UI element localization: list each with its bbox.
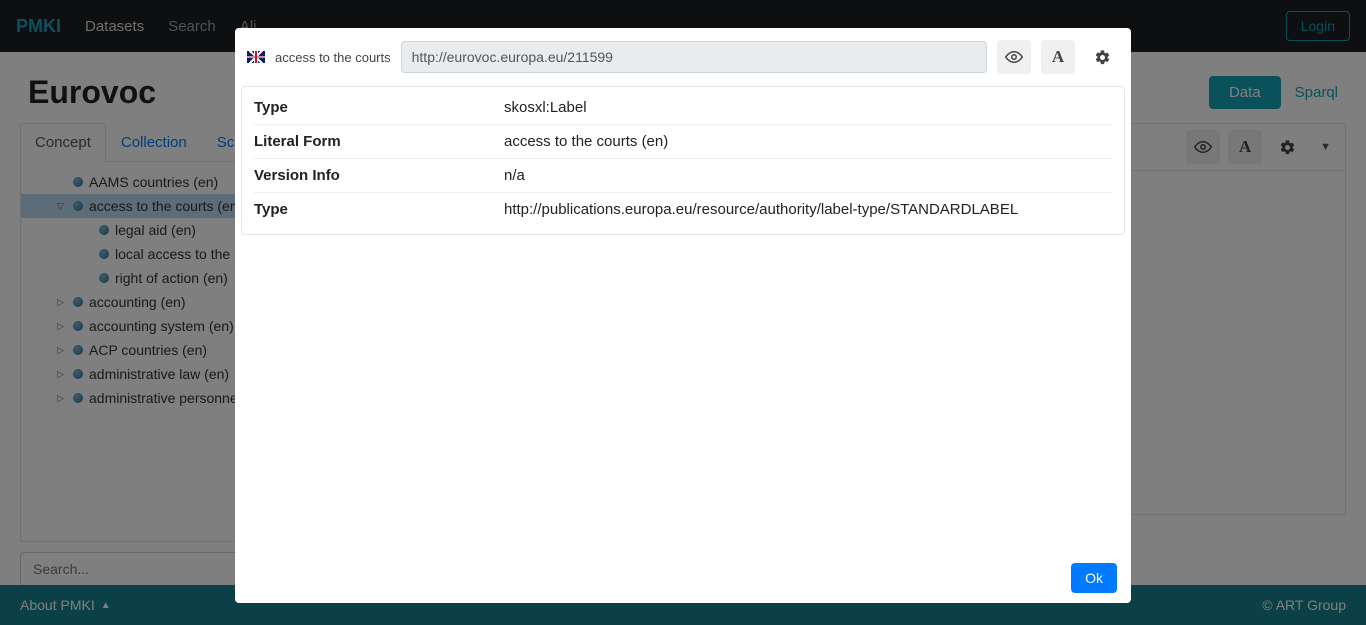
property-key: Literal Form	[254, 133, 504, 150]
property-row: Typeskosxl:Label	[254, 91, 1112, 125]
gear-icon[interactable]	[1085, 40, 1119, 74]
ok-button[interactable]: Ok	[1071, 563, 1117, 593]
modal-body: Typeskosxl:LabelLiteral Formaccess to th…	[241, 86, 1125, 235]
property-value: access to the courts (en)	[504, 133, 1112, 150]
modal-uri-input[interactable]	[401, 41, 987, 73]
modal-header: access to the courts A	[235, 28, 1131, 86]
property-row: Typehttp://publications.europa.eu/resour…	[254, 193, 1112, 226]
property-key: Type	[254, 201, 504, 218]
eye-icon[interactable]	[997, 40, 1031, 74]
flag-uk-icon	[247, 51, 265, 63]
property-value: n/a	[504, 167, 1112, 184]
font-icon[interactable]: A	[1041, 40, 1075, 74]
modal-resource-label: access to the courts	[275, 50, 391, 65]
property-value: skosxl:Label	[504, 99, 1112, 116]
property-key: Type	[254, 99, 504, 116]
property-row: Literal Formaccess to the courts (en)	[254, 125, 1112, 159]
property-key: Version Info	[254, 167, 504, 184]
property-value: http://publications.europa.eu/resource/a…	[504, 201, 1112, 218]
modal-footer: Ok	[235, 553, 1131, 603]
resource-modal: access to the courts A Typeskosxl:LabelL…	[235, 28, 1131, 603]
property-row: Version Infon/a	[254, 159, 1112, 193]
